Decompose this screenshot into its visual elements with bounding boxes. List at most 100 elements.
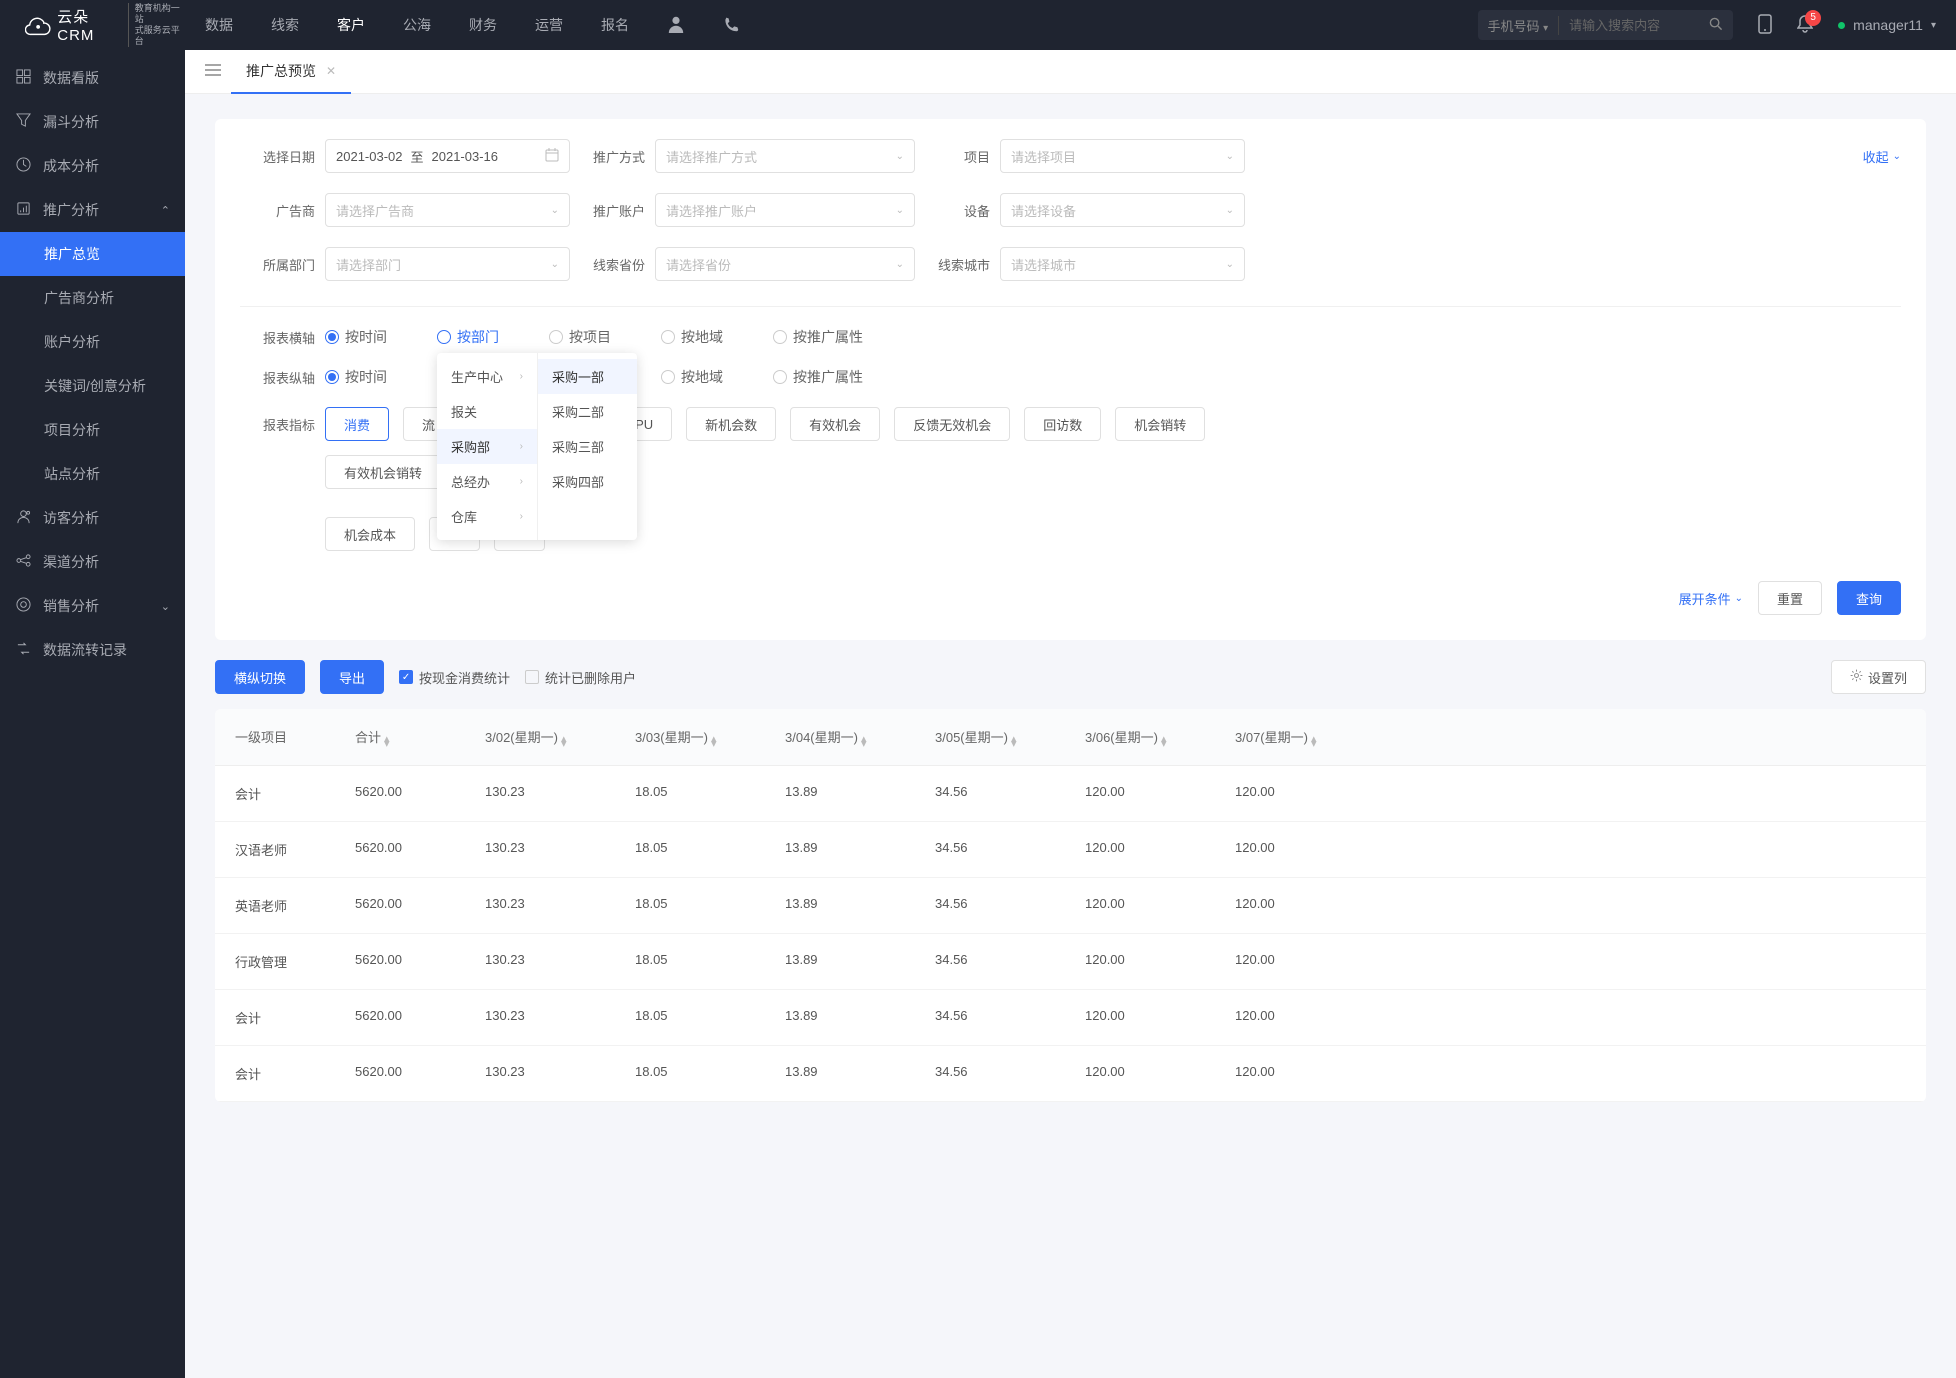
chevron-down-icon: ⌄ [896,205,904,216]
checkbox-checked-icon: ✓ [399,670,413,684]
nav-item[interactable]: 报名 [601,15,629,35]
sidebar-toggle-icon[interactable] [195,63,231,80]
cascade-item[interactable]: 采购三部 [538,429,637,464]
table-header-cell[interactable]: 3/02(星期一)▴▾ [485,727,635,747]
table-header-cell[interactable]: 合计▴▾ [355,727,485,747]
date-range-input[interactable]: 2021-03-02 至 2021-03-16 [325,139,570,173]
cascade-item[interactable]: 采购部› [437,429,537,464]
dept-select[interactable]: 请选择部门⌄ [325,247,570,281]
export-button[interactable]: 导出 [320,660,384,694]
column-setting-button[interactable]: 设置列 [1831,660,1926,694]
query-button[interactable]: 查询 [1837,581,1901,615]
project-select[interactable]: 请选择项目⌄ [1000,139,1245,173]
sidebar-item[interactable]: 成本分析 [0,144,185,188]
metric-tag[interactable]: 机会销转 [1115,407,1205,441]
deleted-stat-checkbox[interactable]: 统计已删除用户 [525,668,636,687]
search-icon[interactable] [1709,17,1723,34]
sidebar-subitem[interactable]: 推广总览 [0,232,185,276]
account-select[interactable]: 请选择推广账户⌄ [655,193,915,227]
table-cell: 120.00 [1235,784,1385,803]
radio-option[interactable]: 按推广属性 [773,327,863,347]
expand-conditions-link[interactable]: 展开条件⌄ [1679,589,1743,608]
city-select[interactable]: 请选择城市⌄ [1000,247,1245,281]
sidebar-subitem[interactable]: 关键词/创意分析 [0,364,185,408]
tab-active[interactable]: 推广总预览 ✕ [231,50,351,94]
dept-label: 所属部门 [240,255,315,274]
user-icon[interactable] [667,15,685,36]
cash-stat-checkbox[interactable]: ✓ 按现金消费统计 [399,668,510,687]
search-input[interactable] [1569,18,1709,33]
metric-tag[interactable]: 有效机会 [790,407,880,441]
province-select[interactable]: 请选择省份⌄ [655,247,915,281]
metric-tag[interactable]: 回访数 [1024,407,1101,441]
nav-item[interactable]: 运营 [535,15,563,35]
sidebar-subitem[interactable]: 广告商分析 [0,276,185,320]
radio-option[interactable]: 按地域 [661,367,723,387]
table-cell: 行政管理 [235,952,355,971]
radio-option[interactable]: 按推广属性 [773,367,863,387]
metric-tag[interactable]: 新机会数 [686,407,776,441]
table-cell: 120.00 [1235,952,1385,971]
global-search[interactable]: 手机号码 ▾ [1478,10,1734,40]
cascade-item[interactable]: 采购二部 [538,394,637,429]
swap-axes-button[interactable]: 横纵切换 [215,660,305,694]
cascade-item[interactable]: 总经办› [437,464,537,499]
nav-item[interactable]: 数据 [205,15,233,35]
chevron-down-icon: ⌄ [1893,151,1901,162]
table-header-cell[interactable]: 3/07(星期一)▴▾ [1235,727,1385,747]
table-header-cell[interactable]: 3/05(星期一)▴▾ [935,727,1085,747]
sidebar-item-label: 渠道分析 [43,552,99,572]
radio-option[interactable]: 按时间 [325,327,387,347]
chevron-down-icon: ⌄ [1226,259,1234,270]
nav-item[interactable]: 线索 [271,15,299,35]
cascade-item[interactable]: 采购一部 [538,359,637,394]
sidebar-item[interactable]: 访客分析 [0,496,185,540]
sidebar-subitem[interactable]: 账户分析 [0,320,185,364]
reset-button[interactable]: 重置 [1758,581,1822,615]
method-select[interactable]: 请选择推广方式⌄ [655,139,915,173]
table-header-cell[interactable]: 3/03(星期一)▴▾ [635,727,785,747]
table-header-cell[interactable]: 一级项目 [235,727,355,747]
sidebar-item[interactable]: 推广分析⌃ [0,188,185,232]
table-row: 汉语老师5620.00130.2318.0513.8934.56120.0012… [215,822,1926,878]
sidebar-item[interactable]: 数据流转记录 [0,628,185,672]
advertiser-select[interactable]: 请选择广告商⌄ [325,193,570,227]
table-header-cell[interactable]: 3/04(星期一)▴▾ [785,727,935,747]
cascade-item[interactable]: 报关 [437,394,537,429]
metric-tag[interactable]: 消费 [325,407,389,441]
bell-icon[interactable]: 5 [1797,15,1813,36]
radio-option[interactable]: 按项目 [549,327,611,347]
sidebar-item[interactable]: 数据看版 [0,56,185,100]
metric-tag[interactable]: 反馈无效机会 [894,407,1010,441]
radio-option[interactable]: 按地域 [661,327,723,347]
mobile-icon[interactable] [1758,14,1772,37]
sidebar-item[interactable]: 渠道分析 [0,540,185,584]
nav-item[interactable]: 公海 [403,15,431,35]
phone-icon[interactable] [723,16,739,35]
table-header-cell[interactable]: 3/06(星期一)▴▾ [1085,727,1235,747]
sidebar-subitem[interactable]: 项目分析 [0,408,185,452]
sidebar-item[interactable]: 销售分析⌄ [0,584,185,628]
table-cell: 120.00 [1085,896,1235,915]
table-cell: 120.00 [1085,784,1235,803]
sort-icon: ▴▾ [1311,737,1317,747]
radio-option[interactable]: 按时间 [325,367,387,387]
table-cell: 13.89 [785,952,935,971]
metric-tag[interactable]: 机会成本 [325,517,415,551]
logo[interactable]: 云朵CRM 教育机构一站 式服务云平台 [0,3,185,46]
nav-item[interactable]: 财务 [469,15,497,35]
table-cell: 5620.00 [355,784,485,803]
sidebar-subitem[interactable]: 站点分析 [0,452,185,496]
sidebar-item[interactable]: 漏斗分析 [0,100,185,144]
cascade-item[interactable]: 仓库› [437,499,537,534]
search-type-select[interactable]: 手机号码 ▾ [1488,16,1560,35]
close-icon[interactable]: ✕ [326,64,336,78]
cascade-item[interactable]: 采购四部 [538,464,637,499]
cascade-item[interactable]: 生产中心› [437,359,537,394]
metric-tag[interactable]: 有效机会销转 [325,455,441,489]
collapse-filters-link[interactable]: 收起⌄ [1863,147,1901,166]
nav-item[interactable]: 客户 [337,15,365,35]
radio-option[interactable]: 按部门 [437,327,499,347]
device-select[interactable]: 请选择设备⌄ [1000,193,1245,227]
user-menu[interactable]: manager11 ▾ [1838,17,1936,33]
